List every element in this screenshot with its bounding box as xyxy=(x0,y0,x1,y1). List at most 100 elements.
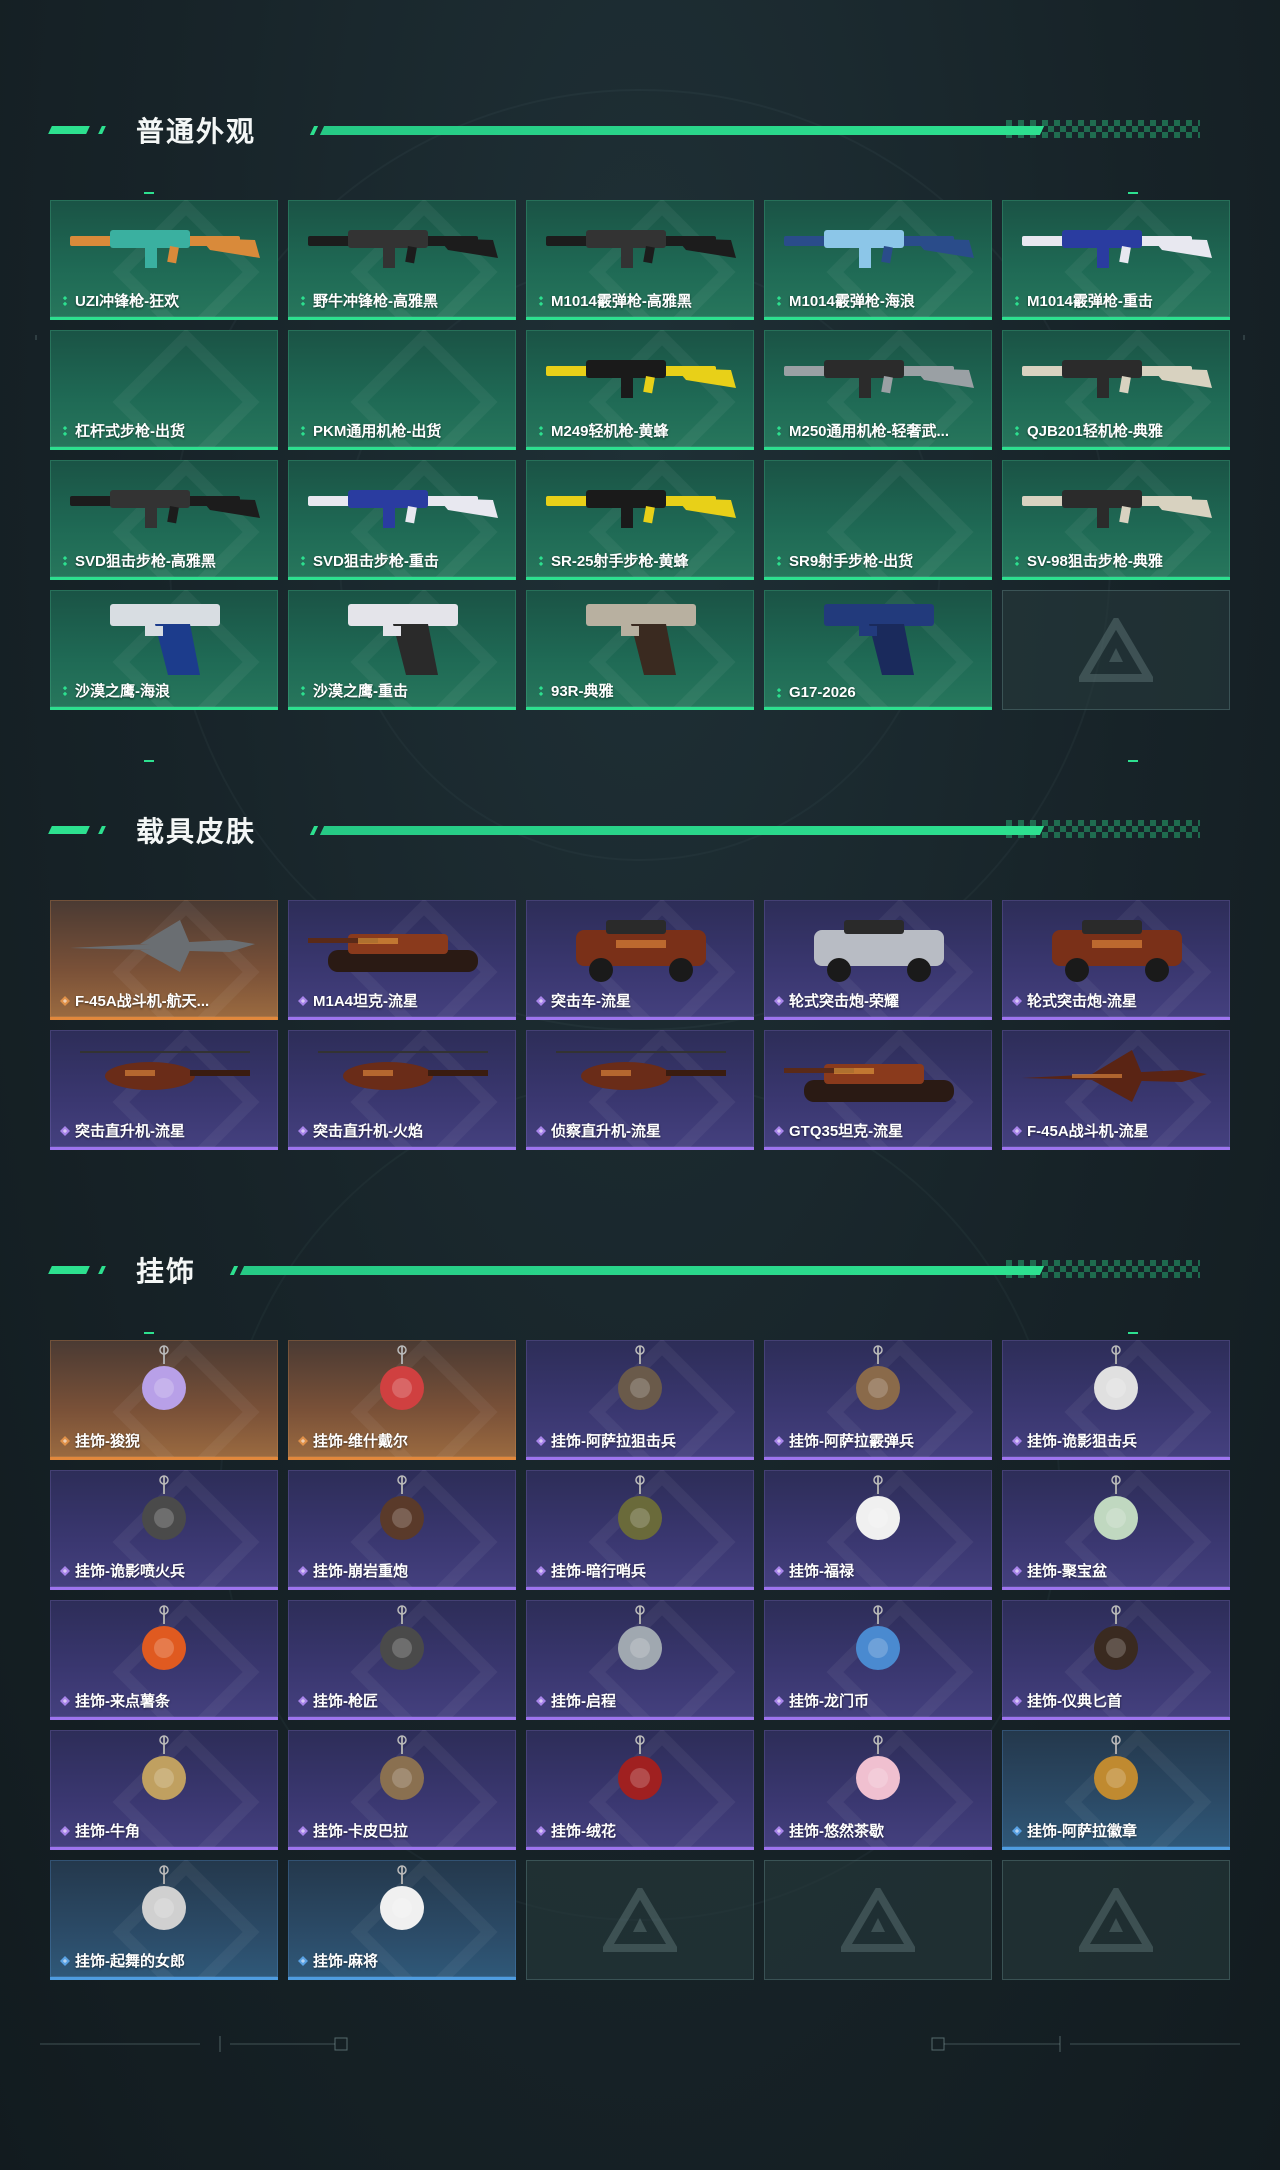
item-card[interactable]: UZI冲锋枪-狂欢 xyxy=(50,200,278,320)
item-card[interactable]: 挂饰-福禄 xyxy=(764,1470,992,1590)
item-name: 挂饰-聚宝盆 xyxy=(1027,1563,1107,1580)
item-label: 挂饰-仪典匕首 xyxy=(1012,1690,1122,1711)
item-card[interactable]: 突击车-流星 xyxy=(526,900,754,1020)
item-card[interactable]: 挂饰-绒花 xyxy=(526,1730,754,1850)
item-card[interactable]: GTQ35坦克-流星 xyxy=(764,1030,992,1150)
item-name: 93R-典雅 xyxy=(551,683,614,700)
item-name: 挂饰-卡皮巴拉 xyxy=(313,1823,408,1840)
item-card[interactable]: 轮式突击炮-荣耀 xyxy=(764,900,992,1020)
item-card[interactable]: 挂饰-狻猊 xyxy=(50,1340,278,1460)
item-card[interactable]: 挂饰-维什戴尔 xyxy=(288,1340,516,1460)
item-card[interactable]: 野牛冲锋枪-高雅黑 xyxy=(288,200,516,320)
header-accent xyxy=(229,1266,239,1275)
item-name: 突击直升机-火焰 xyxy=(313,1123,423,1140)
item-card[interactable]: 挂饰-来点薯条 xyxy=(50,1600,278,1720)
diamond-icon xyxy=(1012,1435,1022,1446)
item-card[interactable]: 挂饰-牛角 xyxy=(50,1730,278,1850)
item-card[interactable]: 挂饰-崩岩重炮 xyxy=(288,1470,516,1590)
item-card[interactable]: 突击直升机-流星 xyxy=(50,1030,278,1150)
header-accent xyxy=(48,826,90,834)
diamond-icon xyxy=(536,1125,546,1136)
item-card[interactable]: 挂饰-阿萨拉狙击兵 xyxy=(526,1340,754,1460)
item-label: SVD狙击步枪-重击 xyxy=(298,550,439,571)
item-label: 沙漠之鹰-海浪 xyxy=(60,680,170,701)
triangle-logo-icon xyxy=(1079,1888,1153,1952)
diamond-icon xyxy=(60,555,70,566)
item-card[interactable]: 挂饰-起舞的女郎 xyxy=(50,1860,278,1980)
item-label: 挂饰-阿萨拉霰弹兵 xyxy=(774,1430,914,1451)
triangle-logo-icon xyxy=(1079,618,1153,682)
section-header-weapons: 普通外观 xyxy=(48,108,1200,148)
item-card[interactable]: PKM通用机枪-出货 xyxy=(288,330,516,450)
item-name: M249轻机枪-黄蜂 xyxy=(551,423,669,440)
item-card[interactable]: G17-2026 xyxy=(764,590,992,710)
diamond-icon xyxy=(60,995,70,1006)
item-card[interactable]: 挂饰-诡影狙击兵 xyxy=(1002,1340,1230,1460)
item-card[interactable]: M1014霰弹枪-重击 xyxy=(1002,200,1230,320)
item-name: 挂饰-绒花 xyxy=(551,1823,616,1840)
item-card[interactable]: 轮式突击炮-流星 xyxy=(1002,900,1230,1020)
item-name: 挂饰-维什戴尔 xyxy=(313,1433,408,1450)
item-card[interactable]: 挂饰-启程 xyxy=(526,1600,754,1720)
item-card[interactable]: M250通用机枪-轻奢武... xyxy=(764,330,992,450)
item-card[interactable]: 沙漠之鹰-重击 xyxy=(288,590,516,710)
item-name: 挂饰-诡影狙击兵 xyxy=(1027,1433,1137,1450)
item-label: M1014霰弹枪-海浪 xyxy=(774,290,915,311)
item-card[interactable]: SVD狙击步枪-重击 xyxy=(288,460,516,580)
item-card[interactable]: 挂饰-枪匠 xyxy=(288,1600,516,1720)
item-label: M1014霰弹枪-重击 xyxy=(1012,290,1153,311)
header-accent xyxy=(48,126,90,134)
item-label: 挂饰-狻猊 xyxy=(60,1430,140,1451)
item-card[interactable]: 沙漠之鹰-海浪 xyxy=(50,590,278,710)
item-card[interactable]: 挂饰-悠然茶歇 xyxy=(764,1730,992,1850)
diamond-icon xyxy=(774,1825,784,1836)
item-card[interactable]: 挂饰-暗行哨兵 xyxy=(526,1470,754,1590)
diamond-icon xyxy=(298,1825,308,1836)
item-card[interactable]: 挂饰-仪典匕首 xyxy=(1002,1600,1230,1720)
item-label: 挂饰-枪匠 xyxy=(298,1690,378,1711)
item-card[interactable]: SR9射手步枪-出货 xyxy=(764,460,992,580)
diamond-icon xyxy=(298,555,308,566)
item-label: 挂饰-诡影狙击兵 xyxy=(1012,1430,1137,1451)
item-label: SR-25射手步枪-黄蜂 xyxy=(536,550,689,571)
diamond-icon xyxy=(60,1695,70,1706)
item-card[interactable]: 挂饰-麻将 xyxy=(288,1860,516,1980)
item-label: UZI冲锋枪-狂欢 xyxy=(60,290,179,311)
item-card[interactable]: SVD狙击步枪-高雅黑 xyxy=(50,460,278,580)
item-card[interactable]: 挂饰-龙门币 xyxy=(764,1600,992,1720)
item-card[interactable]: M1014霰弹枪-高雅黑 xyxy=(526,200,754,320)
diamond-icon xyxy=(60,1565,70,1576)
item-card[interactable]: QJB201轻机枪-典雅 xyxy=(1002,330,1230,450)
item-card[interactable]: SV-98狙击步枪-典雅 xyxy=(1002,460,1230,580)
item-card[interactable]: M249轻机枪-黄蜂 xyxy=(526,330,754,450)
item-card[interactable]: 突击直升机-火焰 xyxy=(288,1030,516,1150)
item-card[interactable]: M1014霰弹枪-海浪 xyxy=(764,200,992,320)
diamond-icon xyxy=(774,555,784,566)
item-card[interactable]: 挂饰-阿萨拉徽章 xyxy=(1002,1730,1230,1850)
item-card[interactable]: 挂饰-诡影喷火兵 xyxy=(50,1470,278,1590)
diamond-icon xyxy=(774,1565,784,1576)
tick-mark xyxy=(144,192,154,194)
item-card[interactable]: 侦察直升机-流星 xyxy=(526,1030,754,1150)
item-card[interactable]: 挂饰-聚宝盆 xyxy=(1002,1470,1230,1590)
item-card[interactable]: 93R-典雅 xyxy=(526,590,754,710)
item-card[interactable]: 杠杆式步枪-出货 xyxy=(50,330,278,450)
item-name: 挂饰-阿萨拉霰弹兵 xyxy=(789,1433,914,1450)
item-name: 挂饰-仪典匕首 xyxy=(1027,1693,1122,1710)
item-name: 侦察直升机-流星 xyxy=(551,1123,661,1140)
diamond-icon xyxy=(1012,295,1022,306)
header-accent xyxy=(98,1266,106,1274)
item-name: 轮式突击炮-荣耀 xyxy=(789,993,899,1010)
diamond-icon xyxy=(298,1695,308,1706)
item-card[interactable]: M1A4坦克-流星 xyxy=(288,900,516,1020)
item-card[interactable]: 挂饰-卡皮巴拉 xyxy=(288,1730,516,1850)
item-card[interactable]: F-45A战斗机-流星 xyxy=(1002,1030,1230,1150)
item-name: G17-2026 xyxy=(789,684,856,701)
item-card[interactable]: F-45A战斗机-航天... xyxy=(50,900,278,1020)
diamond-icon xyxy=(60,1825,70,1836)
item-name: 野牛冲锋枪-高雅黑 xyxy=(313,293,438,310)
item-card[interactable]: SR-25射手步枪-黄蜂 xyxy=(526,460,754,580)
item-card[interactable]: 挂饰-阿萨拉霰弹兵 xyxy=(764,1340,992,1460)
item-name: 挂饰-枪匠 xyxy=(313,1693,378,1710)
item-label: 杠杆式步枪-出货 xyxy=(60,420,185,441)
